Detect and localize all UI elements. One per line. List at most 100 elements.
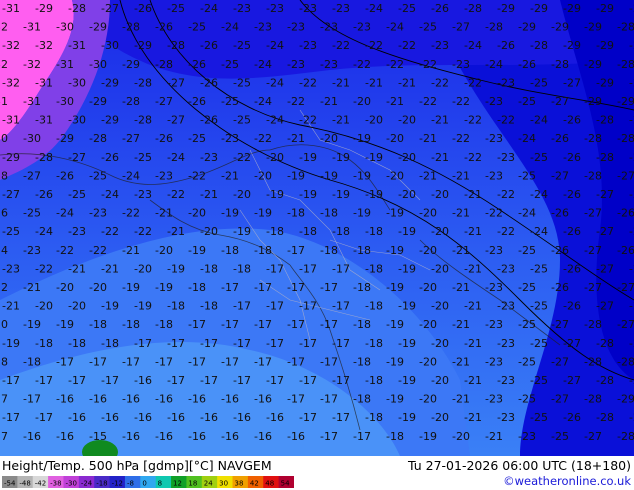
temperature-value: -18 [0, 355, 8, 368]
temperature-value: -30 [68, 76, 86, 89]
temperature-value: -17 [320, 318, 338, 331]
temperature-value: -25 [221, 58, 239, 71]
color-scale: -54 -48 -42 -38 -30 -24 -18 -12 -8 0 8 12 18 24 30 38 42… [2, 476, 294, 488]
temperature-value: -24 [530, 188, 548, 201]
temperature-value: -20 [419, 244, 437, 257]
temperature-value: -28 [584, 355, 602, 368]
temperature-value: -22 [167, 188, 185, 201]
temperature-value: -24 [365, 2, 383, 15]
temperature-value: -22 [233, 151, 251, 164]
temperature-value: -25 [518, 244, 536, 257]
temperature-value: -26 [551, 244, 569, 257]
temperature-value: -19 [299, 188, 317, 201]
temperature-value: -31 [0, 95, 8, 108]
temperature-value: -30 [89, 58, 107, 71]
temperature-value: -16 [254, 430, 272, 443]
temperature-value: -24 [56, 207, 74, 220]
temperature-value: -19 [221, 207, 239, 220]
temperature-value: -22 [452, 95, 470, 108]
temperature-value: -30 [56, 95, 74, 108]
temperature-value: -22 [365, 39, 383, 52]
temperature-value: -22 [431, 76, 449, 89]
temperature-value: -22 [485, 207, 503, 220]
temperature-value: -27 [596, 262, 614, 275]
temperature-value: -28 [122, 95, 140, 108]
temperature-value: -25 [518, 318, 536, 331]
temperature-value: -17 [320, 393, 338, 406]
temperature-value: -20 [320, 132, 338, 145]
temperature-value: -16 [101, 411, 119, 424]
temperature-value: -20 [431, 188, 449, 201]
temperature-value: -23 [497, 262, 515, 275]
temperature-value: -26 [617, 244, 634, 257]
temperature-value: -28 [155, 58, 173, 71]
temperature-value: -24 [266, 114, 284, 127]
temperature-value: -22 [287, 95, 305, 108]
temperature-value: -29 [596, 76, 614, 89]
temperature-value: -19 [386, 318, 404, 331]
temperature-value: -17 [122, 355, 140, 368]
temperature-value: -29 [584, 58, 602, 71]
temperature-value: -19 [233, 225, 251, 238]
temperature-value: -26 [155, 132, 173, 145]
color-scale-label: -18 [96, 480, 107, 488]
temperature-value: -20 [155, 244, 173, 257]
temperature-value: -31 [35, 76, 53, 89]
temperature-value: -16 [23, 430, 41, 443]
temperature-value: -28 [629, 39, 634, 52]
temperature-value: -21 [431, 114, 449, 127]
temperature-value: -20 [398, 114, 416, 127]
temperature-value: -23 [452, 58, 470, 71]
color-scale-label: 12 [173, 480, 182, 488]
temperature-value: -17 [332, 300, 350, 313]
temperature-value: -21 [452, 169, 470, 182]
temperature-value: -29 [617, 393, 634, 406]
color-scale-label: 48 [265, 480, 274, 488]
temperature-value: -25 [518, 95, 536, 108]
temperature-value: -31 [2, 114, 20, 127]
temperature-value: -19 [332, 188, 350, 201]
temperature-value: -17 [266, 262, 284, 275]
temperature-value: -23 [2, 262, 20, 275]
temperature-value: -23 [23, 244, 41, 257]
temperature-value: -19 [299, 151, 317, 164]
temperature-value: -32 [2, 76, 20, 89]
temperature-value: -32 [23, 58, 41, 71]
temperature-value: -21 [287, 132, 305, 145]
color-scale-label: 24 [204, 480, 213, 488]
temperature-value: -22 [497, 114, 515, 127]
temperature-value: -23 [266, 2, 284, 15]
temperature-value: -28 [596, 151, 614, 164]
temperature-value: -25 [167, 2, 185, 15]
temperature-value: -24 [530, 225, 548, 238]
temperature-value: -31 [56, 58, 74, 71]
temperature-value: -17 [299, 262, 317, 275]
temperature-value: -21 [452, 281, 470, 294]
temperature-value: -29 [2, 151, 20, 164]
temperature-value: -23 [353, 21, 371, 34]
temperature-value: -21 [23, 281, 41, 294]
temperature-value: -21 [365, 76, 383, 89]
temperature-value: -18 [365, 337, 383, 350]
credit-link[interactable]: ©weatheronline.co.uk [503, 474, 631, 488]
temperature-value: -23 [89, 207, 107, 220]
temperature-value: -18 [89, 318, 107, 331]
temperature-value: -23 [68, 225, 86, 238]
temperature-value: -16 [134, 374, 152, 387]
temperature-value: -16 [266, 411, 284, 424]
temperature-value: -24 [386, 21, 404, 34]
temperature-value: -26 [551, 207, 569, 220]
temperature-value: -17 [233, 337, 251, 350]
temperature-value: -28 [530, 39, 548, 52]
temperature-value: -17 [299, 374, 317, 387]
temperature-value: -26 [551, 132, 569, 145]
temperature-value: -21 [464, 374, 482, 387]
temperature-value: -19 [2, 337, 20, 350]
temperature-value: -23 [497, 300, 515, 313]
temperature-value: -27 [551, 169, 569, 182]
temperature-value: -20 [419, 393, 437, 406]
temperature-value: -26 [551, 281, 569, 294]
temperature-value: -31 [23, 95, 41, 108]
temperature-value: -16 [200, 411, 218, 424]
temperature-value: -17 [35, 374, 53, 387]
